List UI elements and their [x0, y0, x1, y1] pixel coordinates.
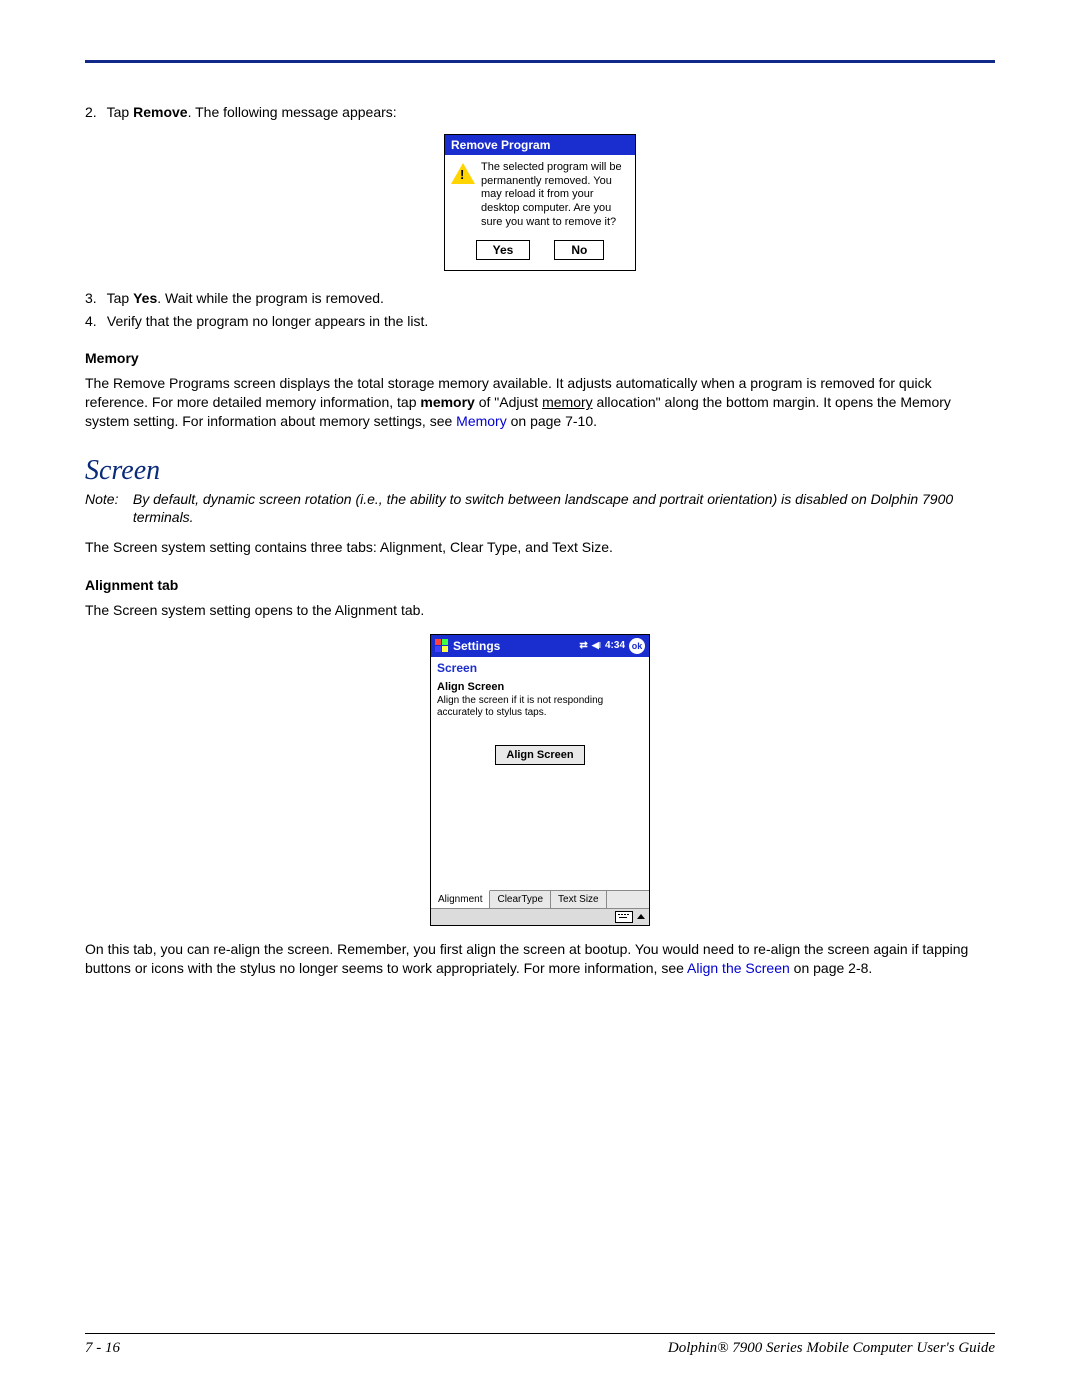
- ppc-bottombar: [431, 908, 649, 925]
- top-rule: [85, 60, 995, 63]
- keyboard-icon: [615, 911, 633, 923]
- align-screen-button: Align Screen: [495, 745, 584, 765]
- tab-alignment: Alignment: [431, 890, 490, 908]
- ppc-subheading: Screen: [431, 657, 649, 677]
- memory-paragraph: The Remove Programs screen displays the …: [85, 374, 995, 431]
- align-screen-heading: Align Screen: [437, 681, 643, 693]
- ppc-time: 4:34: [605, 640, 625, 651]
- warning-icon: [451, 163, 475, 184]
- page-footer: 7 - 16 Dolphin® 7900 Series Mobile Compu…: [85, 1333, 995, 1357]
- step-2: 2. Tap Remove. The following message app…: [85, 103, 995, 122]
- windows-flag-icon: [435, 639, 449, 653]
- connectivity-icon: [579, 640, 587, 651]
- step-4: 4. Verify that the program no longer app…: [85, 312, 995, 331]
- guide-title: Dolphin® 7900 Series Mobile Computer Use…: [668, 1340, 995, 1357]
- menu-arrow-icon: [637, 914, 645, 919]
- screen-note: Note: By default, dynamic screen rotatio…: [85, 491, 995, 526]
- ok-button: ok: [629, 638, 645, 654]
- alignment-tab-heading: Alignment tab: [85, 577, 995, 593]
- settings-screen-figure: Settings 4:34 ok Screen Align Screen Ali…: [85, 634, 995, 926]
- page-number: 7 - 16: [85, 1340, 120, 1357]
- screen-heading: Screen: [85, 455, 995, 487]
- screen-intro: The Screen system setting contains three…: [85, 538, 995, 557]
- dialog-title: Remove Program: [445, 135, 635, 155]
- memory-heading: Memory: [85, 350, 995, 366]
- ppc-titlebar: Settings 4:34 ok: [431, 635, 649, 657]
- remove-program-dialog-figure: Remove Program The selected program will…: [85, 134, 995, 271]
- memory-link[interactable]: Memory: [456, 413, 507, 429]
- tab-cleartype: ClearType: [490, 891, 551, 908]
- alignment-after-paragraph: On this tab, you can re-align the screen…: [85, 940, 995, 978]
- ppc-tabs: Alignment ClearType Text Size: [431, 890, 649, 908]
- dialog-message: The selected program will be permanently…: [481, 161, 629, 230]
- ppc-title: Settings: [453, 639, 579, 653]
- step-3: 3. Tap Yes. Wait while the program is re…: [85, 289, 995, 308]
- volume-icon: [592, 640, 601, 651]
- no-button: No: [554, 240, 604, 260]
- align-screen-link[interactable]: Align the Screen: [687, 960, 790, 976]
- tab-text-size: Text Size: [551, 891, 607, 908]
- alignment-intro: The Screen system setting opens to the A…: [85, 601, 995, 620]
- yes-button: Yes: [476, 240, 531, 260]
- align-screen-desc: Align the screen if it is not responding…: [437, 695, 643, 719]
